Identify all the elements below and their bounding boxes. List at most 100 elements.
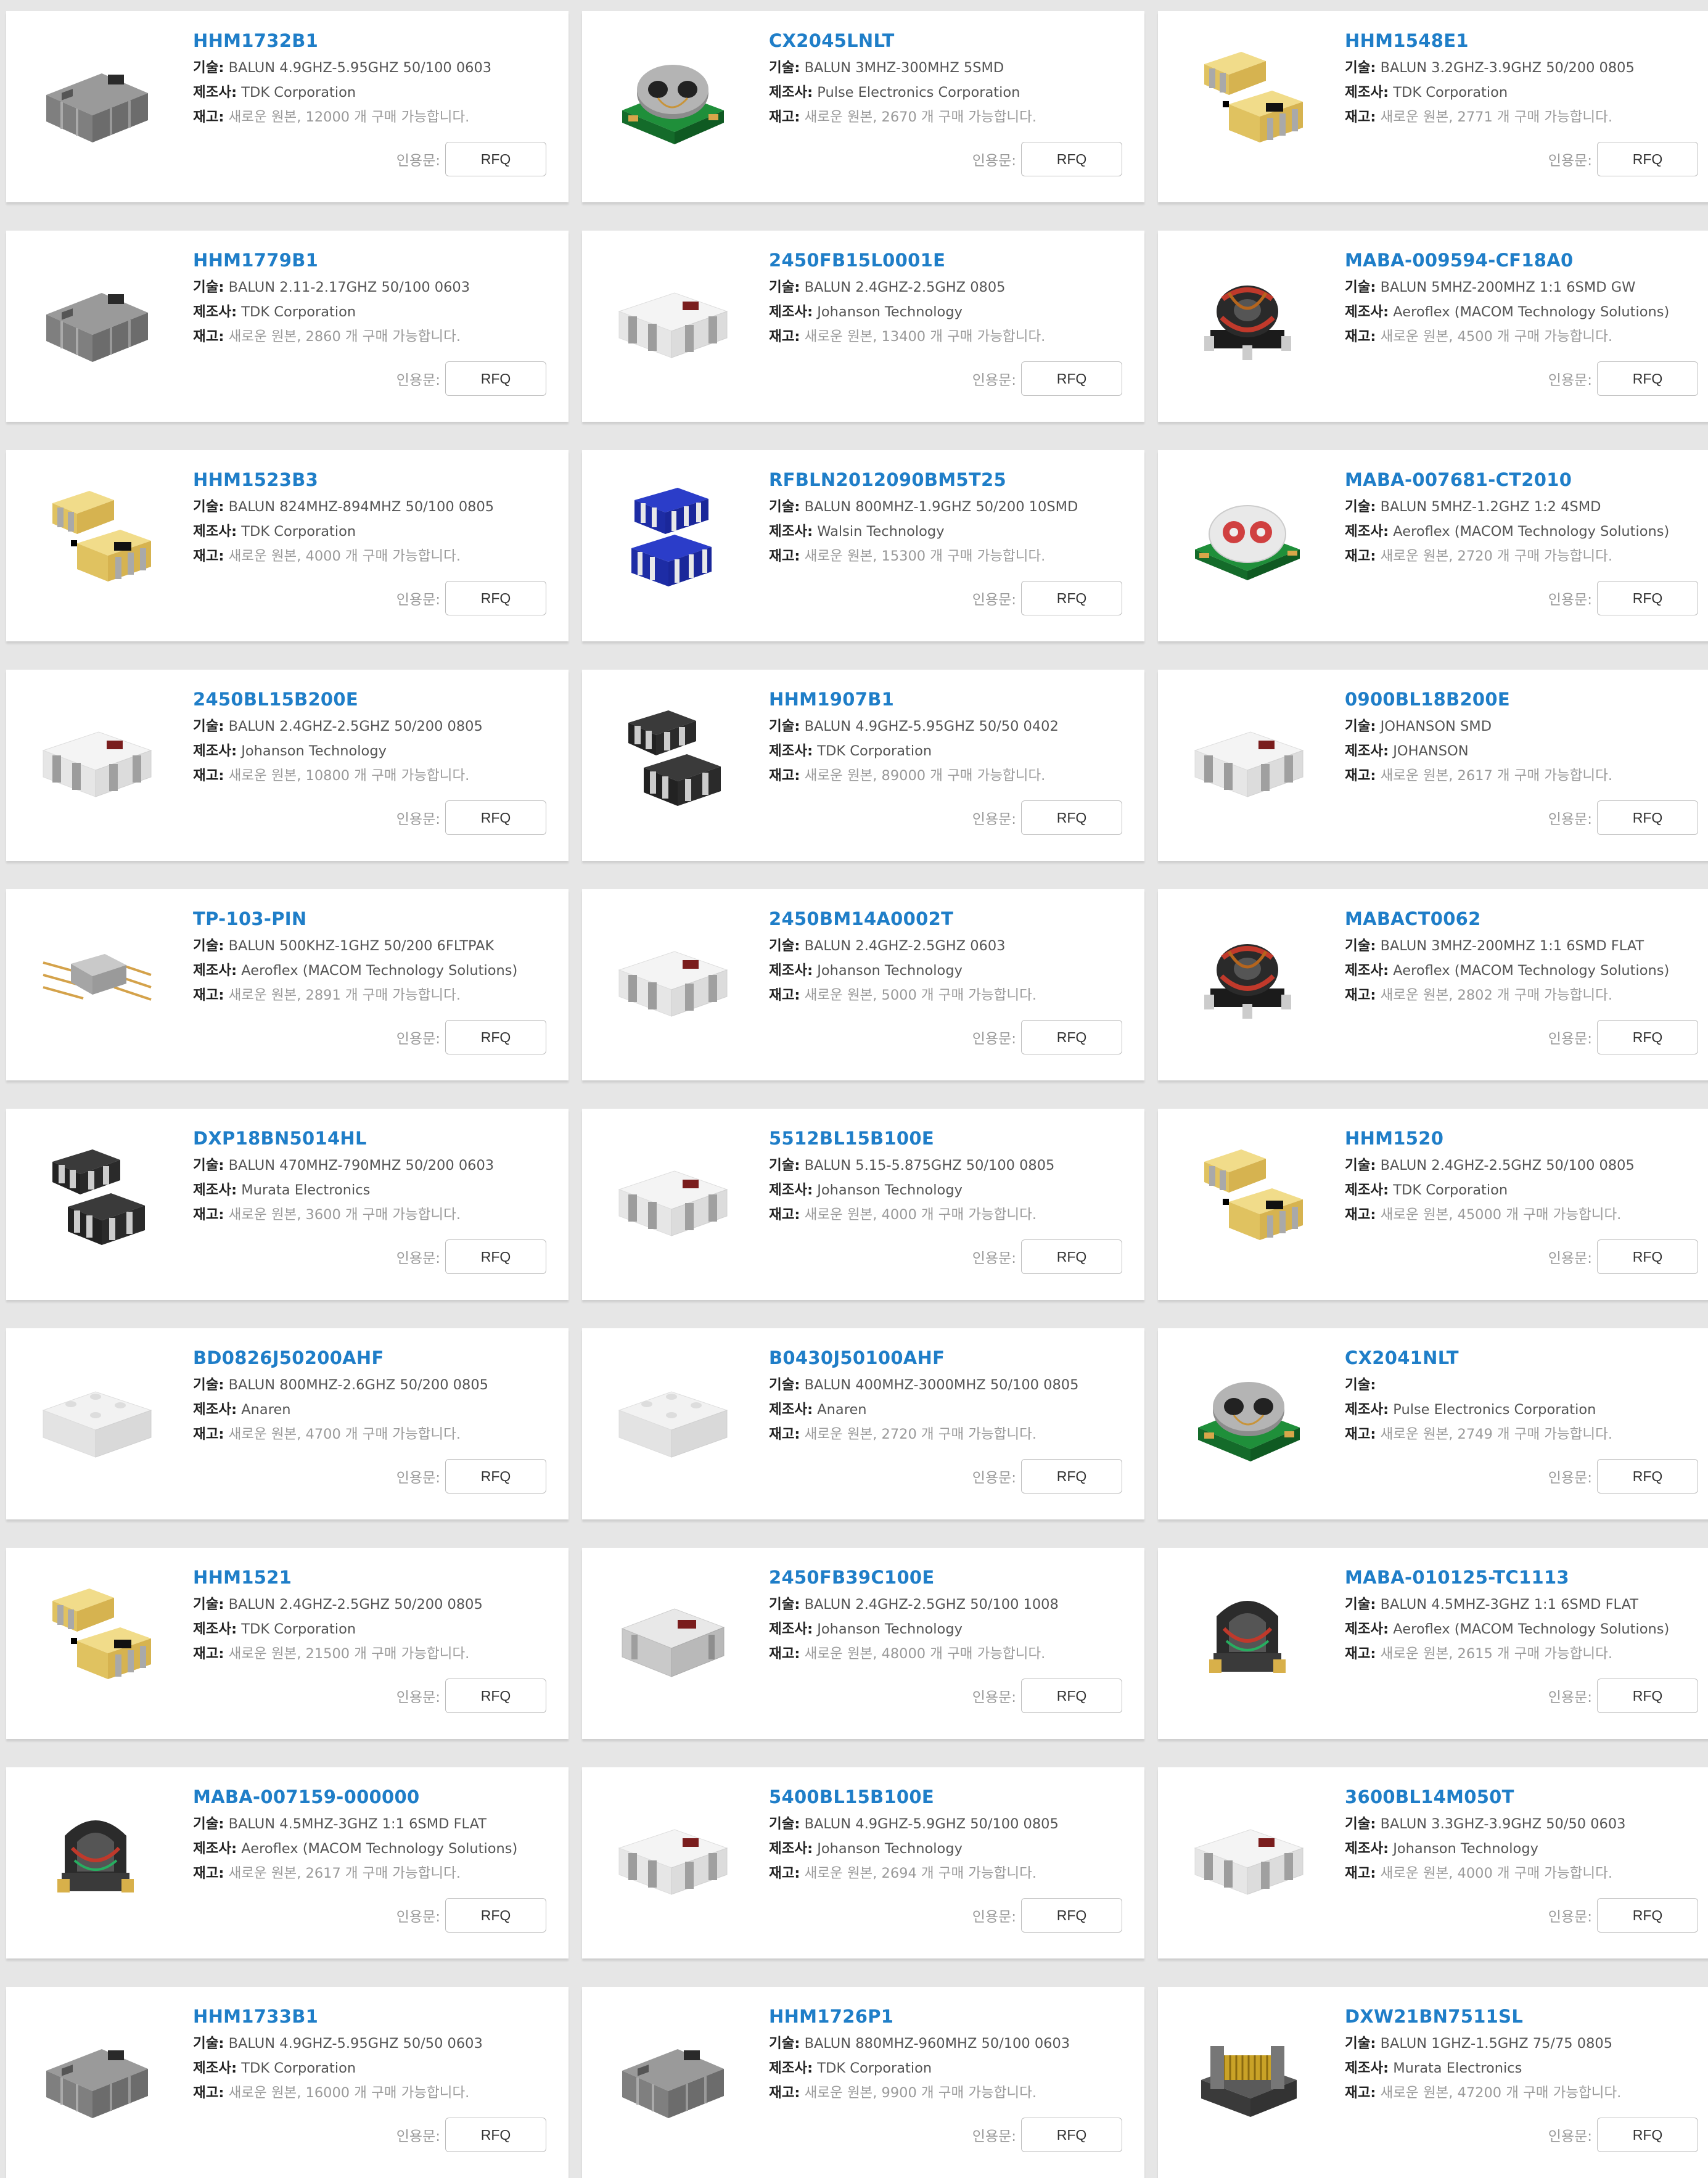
part-number-link[interactable]: HHM1732B1 <box>193 30 550 52</box>
quote-area: 인용문: RFQ <box>972 800 1122 835</box>
rfq-button[interactable]: RFQ <box>445 1459 546 1494</box>
product-thumbnail-grey-block[interactable] <box>607 1570 736 1699</box>
product-thumbnail-white-chip[interactable] <box>1183 1790 1312 1919</box>
rfq-button[interactable]: RFQ <box>1021 142 1122 176</box>
rfq-button[interactable]: RFQ <box>445 361 546 396</box>
part-number-link[interactable]: 5512BL15B100E <box>769 1127 1126 1149</box>
rfq-button[interactable]: RFQ <box>1597 1239 1698 1274</box>
part-number-link[interactable]: 5400BL15B100E <box>769 1786 1126 1808</box>
rfq-button[interactable]: RFQ <box>1597 800 1698 835</box>
product-thumbnail-wound-transformer[interactable] <box>1183 911 1312 1041</box>
part-number-link[interactable]: CX2045LNLT <box>769 30 1126 52</box>
part-number-link[interactable]: DXW21BN7511SL <box>1345 2005 1702 2028</box>
product-thumbnail-wirewound-chip[interactable] <box>1183 2009 1312 2139</box>
part-number-link[interactable]: HHM1779B1 <box>193 249 550 271</box>
part-number-link[interactable]: MABA-010125-TC1113 <box>1345 1566 1702 1588</box>
part-number-link[interactable]: 2450BL15B200E <box>193 688 550 710</box>
part-number-link[interactable]: CX2041NLT <box>1345 1347 1702 1369</box>
part-number-link[interactable]: HHM1523B3 <box>193 469 550 491</box>
product-thumbnail-yellow-chips[interactable] <box>31 1570 160 1699</box>
stock-row: 재고: 새로운 원본, 3600 개 구매 가능합니다. <box>193 1202 550 1227</box>
part-number-link[interactable]: DXP18BN5014HL <box>193 1127 550 1149</box>
part-number-link[interactable]: 2450BM14A0002T <box>769 908 1126 930</box>
part-number-link[interactable]: B0430J50100AHF <box>769 1347 1126 1369</box>
product-thumbnail-white-chip[interactable] <box>607 911 736 1041</box>
part-number-link[interactable]: 3600BL14M050T <box>1345 1786 1702 1808</box>
part-number-link[interactable]: HHM1726P1 <box>769 2005 1126 2028</box>
product-thumbnail-grey-chip[interactable] <box>31 33 160 163</box>
part-number-link[interactable]: TP-103-PIN <box>193 908 550 930</box>
part-number-link[interactable]: RFBLN2012090BM5T25 <box>769 469 1126 491</box>
part-number-link[interactable]: HHM1520 <box>1345 1127 1702 1149</box>
rfq-button[interactable]: RFQ <box>445 1239 546 1274</box>
part-number-link[interactable]: MABA-007159-000000 <box>193 1786 550 1808</box>
part-number-link[interactable]: HHM1907B1 <box>769 688 1126 710</box>
rfq-button[interactable]: RFQ <box>1021 1898 1122 1933</box>
rfq-button[interactable]: RFQ <box>1597 581 1698 615</box>
rfq-button[interactable]: RFQ <box>445 581 546 615</box>
product-thumbnail-binocular-core[interactable] <box>1183 1350 1312 1480</box>
rfq-button[interactable]: RFQ <box>1597 1898 1698 1933</box>
product-thumbnail-yellow-chips[interactable] <box>1183 1131 1312 1260</box>
maker-row: 제조사: Johanson Technology <box>1345 1836 1702 1861</box>
part-number-link[interactable]: HHM1548E1 <box>1345 30 1702 52</box>
rfq-button[interactable]: RFQ <box>1597 142 1698 176</box>
rfq-button[interactable]: RFQ <box>1021 2118 1122 2152</box>
part-number-link[interactable]: BD0826J50200AHF <box>193 1347 550 1369</box>
product-thumbnail-blue-chips[interactable] <box>607 472 736 602</box>
rfq-button[interactable]: RFQ <box>445 1898 546 1933</box>
product-thumbnail-plain-white-chip[interactable] <box>607 1350 736 1480</box>
product-thumbnail-white-chip[interactable] <box>607 1131 736 1260</box>
part-number-link[interactable]: HHM1521 <box>193 1566 550 1588</box>
part-number-link[interactable]: 0900BL18B200E <box>1345 688 1702 710</box>
rfq-button[interactable]: RFQ <box>445 2118 546 2152</box>
rfq-button[interactable]: RFQ <box>445 142 546 176</box>
product-thumbnail-grey-chip[interactable] <box>607 2009 736 2139</box>
maker-value: Aeroflex (MACOM Technology Solutions) <box>241 1841 518 1857</box>
rfq-button[interactable]: RFQ <box>1021 1239 1122 1274</box>
rfq-button[interactable]: RFQ <box>445 1020 546 1054</box>
rfq-button[interactable]: RFQ <box>1021 1679 1122 1713</box>
product-thumbnail-black-chips[interactable] <box>607 692 736 821</box>
rfq-button[interactable]: RFQ <box>445 1679 546 1713</box>
part-number-link[interactable]: 2450FB15L0001E <box>769 249 1126 271</box>
maker-row: 제조사: Aeroflex (MACOM Technology Solution… <box>193 958 550 983</box>
part-number-link[interactable]: HHM1733B1 <box>193 2005 550 2028</box>
product-thumbnail-white-chip[interactable] <box>607 1790 736 1919</box>
rfq-button[interactable]: RFQ <box>1597 1459 1698 1494</box>
product-thumbnail-ferrite-transformer[interactable] <box>31 1790 160 1919</box>
rfq-button[interactable]: RFQ <box>1597 361 1698 396</box>
rfq-button[interactable]: RFQ <box>1597 1020 1698 1054</box>
rfq-button[interactable]: RFQ <box>1021 1459 1122 1494</box>
rfq-button[interactable]: RFQ <box>1597 1679 1698 1713</box>
rfq-button[interactable]: RFQ <box>1021 581 1122 615</box>
rfq-button[interactable]: RFQ <box>1021 361 1122 396</box>
product-thumbnail-binocular-core[interactable] <box>607 33 736 163</box>
rfq-button[interactable]: RFQ <box>1021 800 1122 835</box>
rfq-button[interactable]: RFQ <box>1597 2118 1698 2152</box>
product-thumbnail-white-chip[interactable] <box>1183 692 1312 821</box>
product-thumbnail-wound-transformer[interactable] <box>1183 253 1312 382</box>
product-thumbnail-grey-chip[interactable] <box>31 2009 160 2139</box>
product-thumbnail-white-chip[interactable] <box>607 253 736 382</box>
maker-label: 제조사: <box>193 1402 237 1418</box>
product-thumbnail-flatpak[interactable] <box>31 911 160 1041</box>
rfq-button[interactable]: RFQ <box>1021 1020 1122 1054</box>
product-thumbnail-yellow-chips[interactable] <box>1183 33 1312 163</box>
stock-row: 재고: 새로운 원본, 21500 개 구매 가능합니다. <box>193 1642 550 1666</box>
part-number-link[interactable]: 2450FB39C100E <box>769 1566 1126 1588</box>
part-number-link[interactable]: MABACT0062 <box>1345 908 1702 930</box>
product-thumbnail-yellow-chips[interactable] <box>31 472 160 602</box>
part-number-link[interactable]: MABA-009594-CF18A0 <box>1345 249 1702 271</box>
product-thumbnail-plain-white-chip[interactable] <box>31 1350 160 1480</box>
product-thumbnail-white-chip[interactable] <box>31 692 160 821</box>
maker-label: 제조사: <box>769 1621 813 1637</box>
maker-label: 제조사: <box>1345 524 1389 540</box>
product-thumbnail-dome-transformer[interactable] <box>1183 472 1312 602</box>
product-thumbnail-black-chips[interactable] <box>31 1131 160 1260</box>
rfq-button[interactable]: RFQ <box>445 800 546 835</box>
product-thumbnail-ferrite-transformer[interactable] <box>1183 1570 1312 1699</box>
part-number-link[interactable]: MABA-007681-CT2010 <box>1345 469 1702 491</box>
product-thumbnail-grey-chip[interactable] <box>31 253 160 382</box>
tech-label: 기술: <box>769 499 800 515</box>
